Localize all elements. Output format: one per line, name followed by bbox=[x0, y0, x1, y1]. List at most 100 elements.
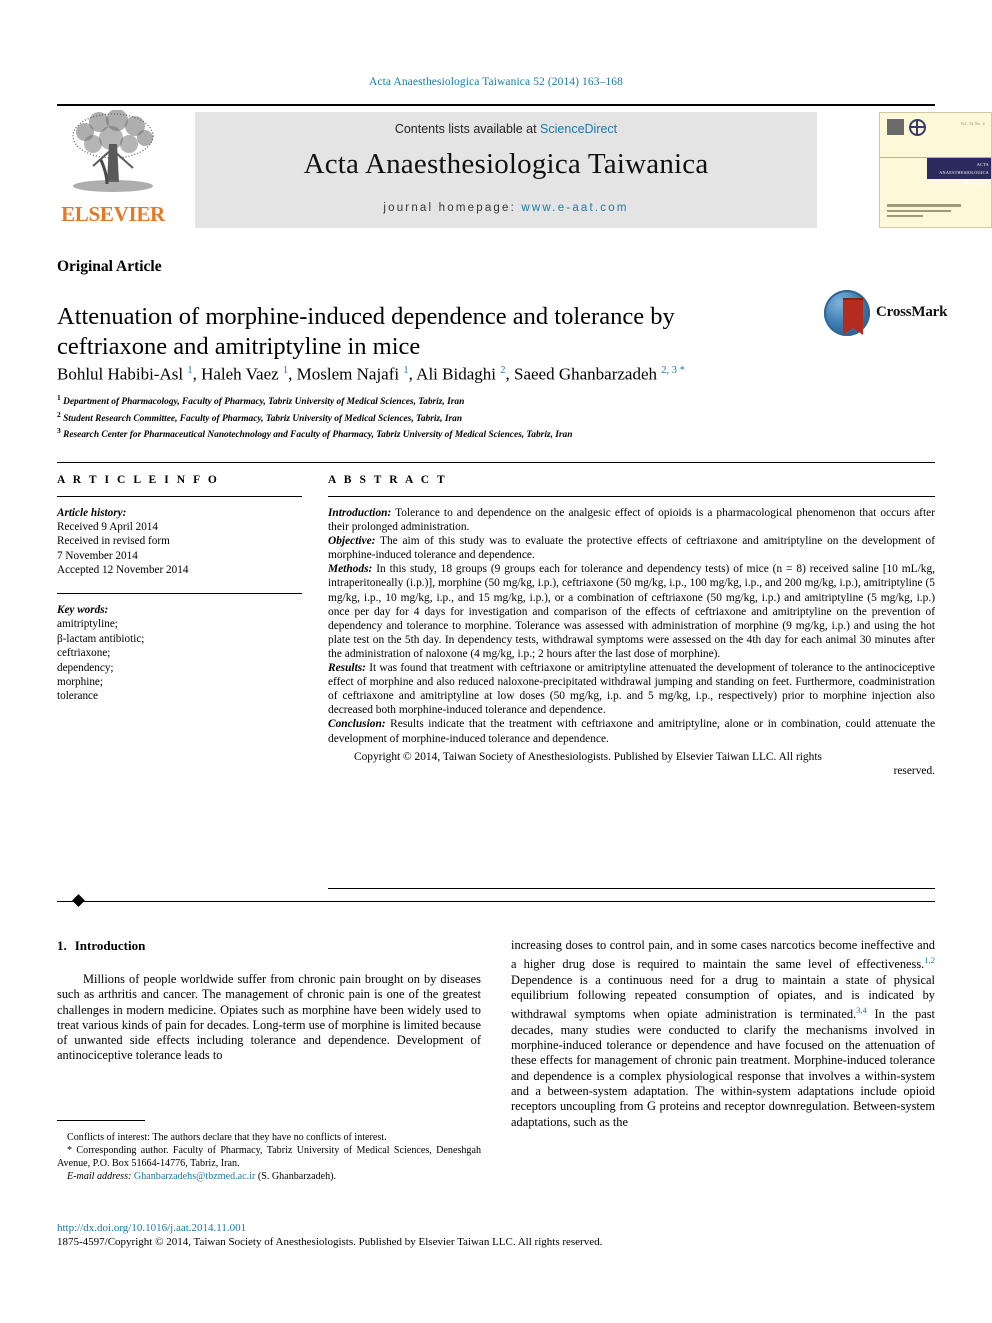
article-type: Original Article bbox=[57, 258, 162, 275]
cover-volume-text: Vol. 52 No. 4 bbox=[960, 122, 985, 126]
footnotes-block: Conflicts of interest: The authors decla… bbox=[57, 1131, 481, 1183]
email-suffix: (S. Ghanbarzadeh). bbox=[255, 1171, 337, 1183]
crossmark-label: CrossMark bbox=[876, 304, 948, 320]
intro-paragraph-right: increasing doses to control pain, and in… bbox=[511, 938, 935, 1129]
affiliation-marker: 3 bbox=[57, 426, 61, 436]
cover-footer-lines bbox=[887, 204, 973, 220]
keyword-item: morphine; bbox=[57, 676, 103, 689]
keyword-item: amitriptyline; bbox=[57, 618, 118, 631]
abstract-body: Introduction: Tolerance to and dependenc… bbox=[328, 506, 935, 778]
section-heading-introduction: 1. Introduction bbox=[57, 938, 481, 954]
journal-masthead: ELSEVIER Contents lists available at Sci… bbox=[57, 104, 992, 228]
section-title: Introduction bbox=[74, 938, 146, 953]
abstract-bottom-rule bbox=[328, 888, 935, 889]
elsevier-wordmark: ELSEVIER bbox=[61, 202, 165, 226]
homepage-link[interactable]: www.e-aat.com bbox=[521, 202, 628, 214]
abstract-heading: A B S T R A C T bbox=[328, 474, 448, 486]
abstract-text: Tolerance to and dependence on the analg… bbox=[328, 507, 935, 534]
body-column-left: 1. Introduction Millions of people worldw… bbox=[57, 938, 481, 1064]
keyword-item: dependency; bbox=[57, 661, 114, 674]
affiliation-text: Research Center for Pharmaceutical Nanot… bbox=[63, 430, 573, 441]
email-link[interactable]: Ghanbarzadehs@tbzmed.ac.ir bbox=[134, 1171, 255, 1182]
abstract-text: In this study, 18 groups (9 groups each … bbox=[328, 563, 935, 660]
elsevier-logo: ELSEVIER bbox=[57, 110, 169, 228]
cover-title-line1: ACTA ANAESTHESIOLOGICA bbox=[939, 162, 989, 175]
affiliation-marker: 1 bbox=[57, 393, 61, 402]
journal-title: Acta Anaesthesiologica Taiwanica bbox=[303, 148, 709, 180]
abstract-block: A B S T R A C T Introduction: Tolerance … bbox=[328, 474, 935, 778]
abstract-label: Results: bbox=[328, 662, 366, 675]
issn-copyright-line: 1875-4597/Copyright © 2014, Taiwan Socie… bbox=[57, 1236, 603, 1248]
abstract-label: Conclusion: bbox=[328, 718, 386, 731]
keywords-block: Key words: amitriptyline; β-lactam antib… bbox=[57, 603, 302, 704]
footnote-email: E-mail address: Ghanbarzadehs@tbzmed.ac.… bbox=[57, 1170, 481, 1183]
society-square-icon bbox=[887, 119, 904, 135]
paper-page: Acta Anaesthesiologica Taiwanica 52 (201… bbox=[0, 0, 992, 1323]
sciencedirect-link[interactable]: ScienceDirect bbox=[540, 122, 617, 136]
homepage-prefix: journal homepage: bbox=[383, 202, 522, 214]
affiliation-text: Department of Pharmacology, Faculty of P… bbox=[63, 397, 465, 408]
journal-homepage-line: journal homepage: www.e-aat.com bbox=[195, 202, 817, 214]
abstract-text: Results indicate that the treatment with… bbox=[328, 718, 935, 745]
cover-title-band: ACTA ANAESTHESIOLOGICA TAIWANICA bbox=[927, 158, 991, 186]
section-separator-rule bbox=[57, 901, 935, 902]
history-accepted: Accepted 12 November 2014 bbox=[57, 563, 189, 576]
crossmark-bookmark-icon bbox=[843, 298, 863, 335]
masthead-panel: Contents lists available at ScienceDirec… bbox=[195, 112, 817, 228]
author-list: Bohlul Habibi-Asl 1, Haleh Vaez 1, Mosle… bbox=[57, 364, 685, 384]
running-head: Acta Anaesthesiologica Taiwanica 52 (201… bbox=[368, 76, 624, 88]
abstract-label: Introduction: bbox=[328, 507, 392, 519]
abstract-rule bbox=[328, 496, 935, 497]
history-revised-date: 7 November 2014 bbox=[57, 549, 138, 562]
abstract-text: The aim of this study was to evaluate th… bbox=[328, 535, 935, 562]
society-cross-horizontal-icon bbox=[910, 126, 925, 128]
contents-prefix: Contents lists available at bbox=[394, 122, 541, 136]
masthead-top-rule bbox=[57, 104, 935, 106]
article-info-block: A R T I C L E I N F O Article history: R… bbox=[57, 474, 302, 704]
affiliation-text: Student Research Committee, Faculty of P… bbox=[63, 413, 463, 424]
abstract-text: It was found that treatment with ceftria… bbox=[328, 662, 935, 717]
body-column-right: increasing doses to control pain, and in… bbox=[511, 938, 935, 1130]
footnote-rule bbox=[57, 1120, 145, 1121]
article-history-label: Article history: bbox=[57, 507, 127, 519]
contents-available-line: Contents lists available at ScienceDirec… bbox=[195, 122, 817, 136]
keyword-item: ceftriaxone; bbox=[57, 647, 111, 660]
keyword-item: β-lactam antibiotic; bbox=[57, 632, 145, 645]
affiliation-marker: 2 bbox=[57, 409, 61, 419]
article-history: Article history: Received 9 April 2014 R… bbox=[57, 506, 302, 577]
keywords-rule bbox=[57, 593, 302, 595]
intro-paragraph-left: Millions of people worldwide suffer from… bbox=[57, 972, 481, 1063]
footnote-conflicts: Conflicts of interest: The authors decla… bbox=[67, 1132, 387, 1143]
crossmark-badge[interactable]: CrossMark bbox=[818, 288, 947, 340]
cover-title-line2: TAIWANICA bbox=[962, 181, 989, 186]
email-label: E-mail address: bbox=[67, 1171, 132, 1183]
elsevier-tree-icon bbox=[72, 110, 154, 192]
abstract-section-introduction: Introduction: Tolerance to and dependenc… bbox=[328, 506, 935, 534]
doi-link[interactable]: http://dx.doi.org/10.1016/j.aat.2014.11.… bbox=[57, 1222, 246, 1234]
abstract-copyright: Copyright © 2014, Taiwan Society of Anes… bbox=[328, 750, 935, 778]
section-number: 1. bbox=[57, 938, 67, 953]
article-info-heading: A R T I C L E I N F O bbox=[57, 474, 220, 486]
affiliation-list: 1 Department of Pharmacology, Faculty of… bbox=[57, 392, 857, 442]
abstract-label: Methods: bbox=[328, 563, 373, 576]
abstract-section-conclusion: Conclusion: Results indicate that the tr… bbox=[328, 717, 935, 745]
journal-cover-thumbnail: Vol. 52 No. 4 ACTA ANAESTHESIOLOGICA TAI… bbox=[879, 112, 992, 228]
abstract-section-results: Results: It was found that treatment wit… bbox=[328, 661, 935, 717]
keywords-label: Key words: bbox=[57, 604, 109, 617]
keyword-item: tolerance bbox=[57, 690, 98, 703]
footnote-corresponding-author: * Corresponding author. Faculty of Pharm… bbox=[57, 1145, 481, 1170]
affiliation-item: 2 Student Research Committee, Faculty of… bbox=[57, 409, 857, 426]
info-top-rule bbox=[57, 462, 935, 463]
abstract-section-methods: Methods: In this study, 18 groups (9 gro… bbox=[328, 562, 935, 661]
section-separator-diamond-icon bbox=[72, 894, 85, 907]
history-revised: Received in revised form bbox=[57, 535, 170, 548]
crossmark-circle-icon bbox=[824, 290, 870, 336]
abstract-section-objective: Objective: The aim of this study was to … bbox=[328, 534, 935, 562]
abstract-label: Objective: bbox=[328, 535, 376, 548]
affiliation-item: 1 Department of Pharmacology, Faculty of… bbox=[57, 392, 857, 409]
page-title: Attenuation of morphine-induced dependen… bbox=[57, 303, 675, 361]
cover-emblems bbox=[887, 119, 933, 137]
abstract-copyright-tail: reserved. bbox=[893, 764, 935, 777]
affiliation-item: 3 Research Center for Pharmaceutical Nan… bbox=[57, 425, 857, 442]
history-received: Received 9 April 2014 bbox=[57, 521, 158, 534]
